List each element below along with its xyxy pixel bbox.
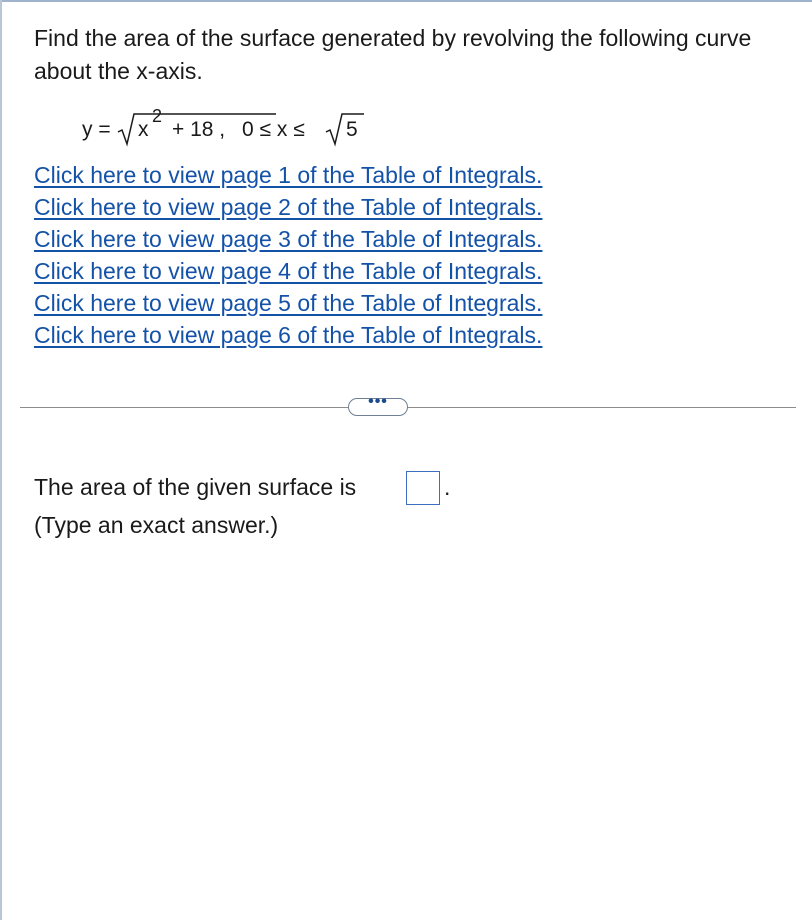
table-of-integrals-link-page-1[interactable]: Click here to view page 1 of the Table o… — [34, 159, 542, 191]
table-of-integrals-links: Click here to view page 1 of the Table o… — [34, 159, 542, 351]
bounds: 0 ≤ x ≤ — [242, 118, 305, 141]
table-of-integrals-link-page-6[interactable]: Click here to view page 6 of the Table o… — [34, 319, 542, 351]
answer-input[interactable] — [406, 471, 440, 505]
expand-button[interactable]: ••• — [348, 393, 408, 416]
radicand-rest: + 18 , — [172, 118, 226, 141]
answer-prompt: The area of the given surface is — [34, 474, 357, 500]
exponent: 2 — [152, 106, 163, 126]
radicand-variable: x — [138, 118, 149, 141]
section-divider — [20, 407, 796, 408]
table-of-integrals-link-page-3[interactable]: Click here to view page 3 of the Table o… — [34, 223, 542, 255]
table-of-integrals-link-page-4[interactable]: Click here to view page 4 of the Table o… — [34, 255, 542, 287]
table-of-integrals-link-page-5[interactable]: Click here to view page 5 of the Table o… — [34, 287, 542, 319]
bound-radicand: 5 — [346, 118, 358, 141]
equation-lhs: y = — [82, 118, 111, 141]
answer-period: . — [444, 474, 451, 500]
top-border — [0, 0, 812, 2]
left-border — [0, 0, 2, 920]
more-dots-icon: ••• — [368, 393, 388, 410]
question-text: Find the area of the surface generated b… — [34, 25, 752, 84]
table-of-integrals-link-page-2[interactable]: Click here to view page 2 of the Table o… — [34, 191, 542, 223]
answer-hint: (Type an exact answer.) — [34, 512, 279, 538]
